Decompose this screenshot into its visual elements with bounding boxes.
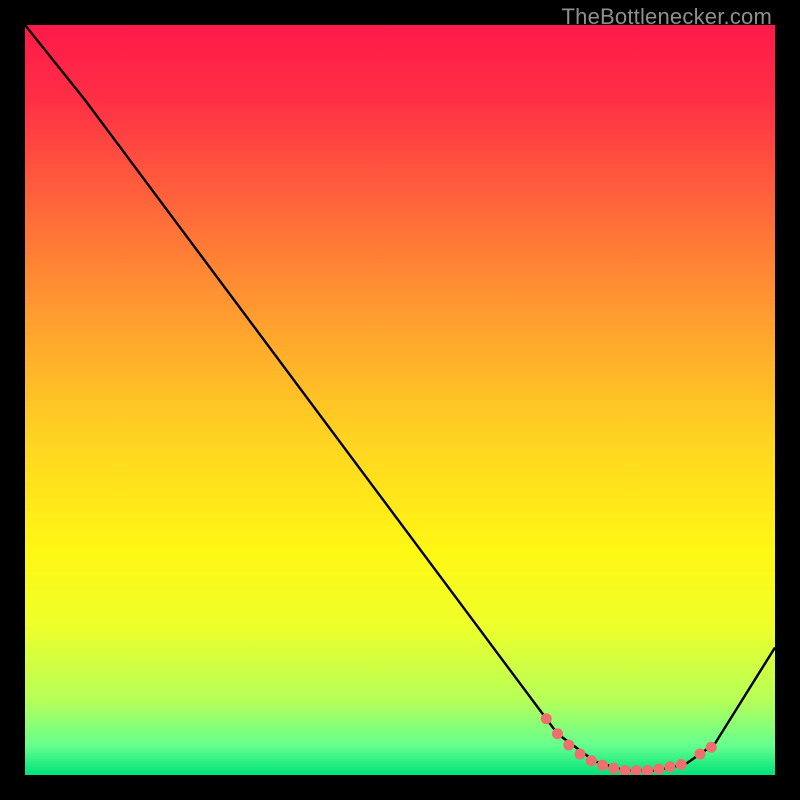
- marker-dot: [597, 760, 608, 771]
- gradient-background: [25, 25, 775, 775]
- marker-dot: [552, 728, 563, 739]
- chart-frame: [25, 25, 775, 775]
- marker-dot: [608, 763, 619, 774]
- watermark-text: TheBottlenecker.com: [562, 4, 772, 30]
- marker-dot: [706, 742, 717, 753]
- bottleneck-plot: [25, 25, 775, 775]
- marker-dot: [653, 764, 664, 775]
- marker-dot: [586, 755, 597, 766]
- marker-dot: [541, 713, 552, 724]
- marker-dot: [676, 759, 687, 770]
- marker-dot: [575, 749, 586, 760]
- marker-dot: [695, 749, 706, 760]
- marker-dot: [665, 761, 676, 772]
- marker-dot: [563, 740, 574, 751]
